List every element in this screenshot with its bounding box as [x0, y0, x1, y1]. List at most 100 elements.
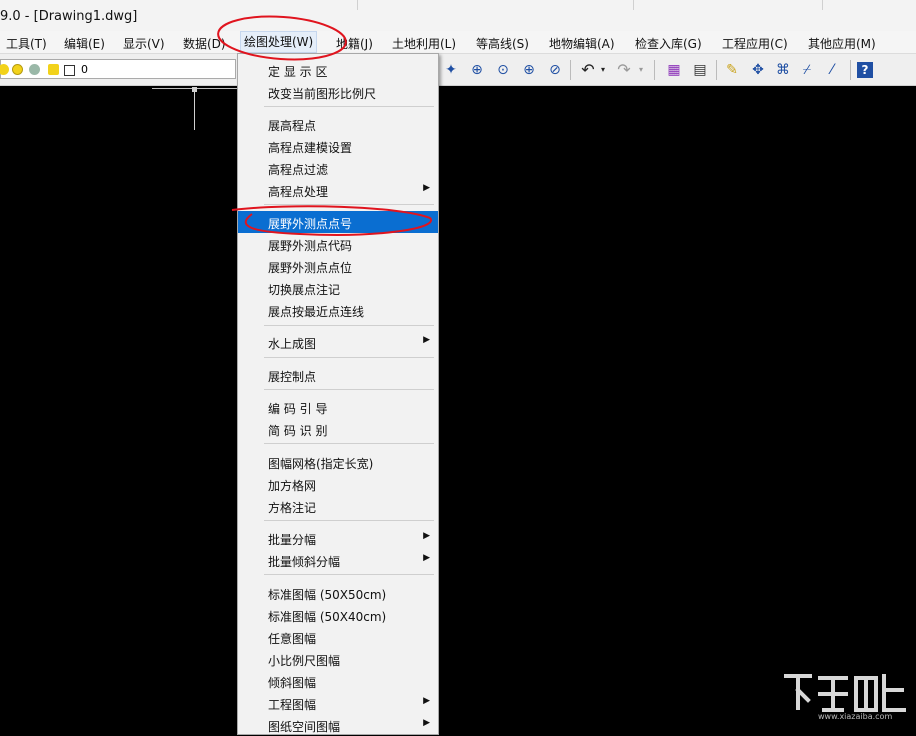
menu-item-arbitrary-sheet[interactable]: 任意图幅	[238, 626, 438, 648]
menu-item-show-elevation-points[interactable]: 展高程点	[238, 113, 438, 135]
menu-separator	[264, 325, 434, 326]
menu-item-label: 切换展点注记	[268, 283, 341, 297]
menu-item-label: 水上成图	[268, 337, 317, 351]
menu-item-show-field-point-numbers[interactable]: 展野外测点点号	[238, 211, 438, 233]
node-edit-icon[interactable]: ⌘	[773, 60, 793, 80]
menu-item-change-scale[interactable]: 改变当前图形比例尺	[238, 81, 438, 103]
menu-item-label: 展点按最近点连线	[268, 305, 365, 319]
titlebar-divider	[357, 0, 358, 10]
menu-item-grid-annotation[interactable]: 方格注记	[238, 495, 438, 517]
menu-view[interactable]: 显示(V)	[123, 35, 165, 52]
menu-item-small-scale-sheet[interactable]: 小比例尺图幅	[238, 648, 438, 670]
menu-separator	[264, 204, 434, 205]
menu-drawing-process[interactable]: 绘图处理(W)	[240, 31, 318, 53]
menu-item-elevation-model-settings[interactable]: 高程点建模设置	[238, 135, 438, 157]
menu-item-code-guide[interactable]: 编 码 引 导	[238, 396, 438, 418]
menu-item-show-control-points[interactable]: 展控制点	[238, 364, 438, 386]
submenu-arrow-icon: ▶	[423, 553, 430, 563]
menu-item-elevation-filter[interactable]: 高程点过滤	[238, 157, 438, 179]
layer-lock-icon[interactable]	[48, 64, 59, 75]
zoom-previous-icon[interactable]: ⊘	[545, 60, 565, 80]
zoom-extents-icon[interactable]: ✦	[441, 60, 461, 80]
menu-item-label: 展野外测点点位	[268, 261, 353, 275]
trim-icon[interactable]: ⌿	[797, 60, 817, 80]
menu-item-label: 展野外测点代码	[268, 239, 353, 253]
layer-manager-icon[interactable]: ▦	[664, 60, 684, 80]
menu-separator	[264, 357, 434, 358]
titlebar-divider	[633, 0, 634, 10]
layer-sun-icon[interactable]	[12, 64, 23, 75]
menu-feature-edit[interactable]: 地物编辑(A)	[549, 35, 615, 52]
layer-dropdown[interactable]: 0	[0, 59, 236, 79]
menu-item-label: 展高程点	[268, 119, 317, 133]
zoom-window-icon[interactable]: ⊙	[493, 60, 513, 80]
menu-item-label: 图纸空间图幅	[268, 720, 341, 734]
menu-item-standard-sheet-50x40[interactable]: 标准图幅 (50X40cm)	[238, 604, 438, 626]
menu-separator	[264, 574, 434, 575]
menu-item-label: 加方格网	[268, 479, 317, 493]
watermark-url: www.xiazaiba.com	[818, 712, 893, 721]
menu-cadastre[interactable]: 地籍(J)	[336, 35, 373, 52]
menu-item-sheet-grid[interactable]: 图幅网格(指定长宽)	[238, 451, 438, 473]
toolbar: 0 ✦ ⊕ ⊙ ⊕ ⊘ ↶ ▾ ↷ ▾ ▦ ▤ ✎ ✥ ⌘ ⌿ ⁄ ?	[0, 54, 916, 86]
submenu-arrow-icon: ▶	[423, 531, 430, 541]
zoom-realtime-icon[interactable]: ⊕	[467, 60, 487, 80]
menu-item-label: 图幅网格(指定长宽)	[268, 457, 374, 471]
menu-engineering[interactable]: 工程应用(C)	[722, 35, 788, 52]
menu-item-connect-nearest-points[interactable]: 展点按最近点连线	[238, 299, 438, 321]
menu-item-label: 任意图幅	[268, 632, 317, 646]
menu-item-set-display-area[interactable]: 定 显 示 区	[238, 59, 438, 81]
layer-on-icon[interactable]	[0, 64, 9, 75]
menu-separator	[264, 443, 434, 444]
menu-item-label: 简 码 识 别	[268, 424, 328, 438]
menu-item-label: 工程图幅	[268, 698, 317, 712]
menu-edit[interactable]: 编辑(E)	[64, 35, 105, 52]
menu-item-elevation-processing[interactable]: 高程点处理 ▶	[238, 179, 438, 201]
menu-item-show-field-point-positions[interactable]: 展野外测点点位	[238, 255, 438, 277]
menu-tools[interactable]: 工具(T)	[6, 35, 47, 52]
undo-dropdown-icon[interactable]: ▾	[598, 60, 608, 80]
redo-icon[interactable]: ↷	[614, 60, 634, 80]
drawing-process-menu: 定 显 示 区 改变当前图形比例尺 展高程点 高程点建模设置 高程点过滤 高程点…	[237, 53, 439, 735]
menu-other[interactable]: 其他应用(M)	[808, 35, 876, 52]
crosshair-pickbox	[192, 87, 197, 92]
menu-land-use[interactable]: 土地利用(L)	[392, 35, 456, 52]
submenu-arrow-icon: ▶	[423, 335, 430, 345]
menu-check-import[interactable]: 检查入库(G)	[635, 35, 702, 52]
menu-item-toggle-point-labels[interactable]: 切换展点注记	[238, 277, 438, 299]
submenu-arrow-icon: ▶	[423, 718, 430, 728]
menu-item-paper-space-sheet[interactable]: 图纸空间图幅 ▶	[238, 714, 438, 736]
move-icon[interactable]: ✥	[748, 60, 768, 80]
menu-item-label: 高程点过滤	[268, 163, 329, 177]
menu-item-show-field-point-codes[interactable]: 展野外测点代码	[238, 233, 438, 255]
submenu-arrow-icon: ▶	[423, 183, 430, 193]
menu-item-standard-sheet-50x50[interactable]: 标准图幅 (50X50cm)	[238, 582, 438, 604]
menu-item-add-grid[interactable]: 加方格网	[238, 473, 438, 495]
layer-color-swatch[interactable]	[64, 65, 75, 76]
zoom-in-icon[interactable]: ⊕	[519, 60, 539, 80]
menu-item-label: 标准图幅 (50X50cm)	[268, 588, 387, 602]
menu-item-batch-oblique-sheets[interactable]: 批量倾斜分幅 ▶	[238, 549, 438, 571]
title-bar: 9.0 - [Drawing1.dwg]	[0, 0, 916, 32]
menu-item-label: 定 显 示 区	[268, 65, 328, 79]
pencil-icon[interactable]: ✎	[722, 60, 742, 80]
menu-item-batch-sheets[interactable]: 批量分幅 ▶	[238, 527, 438, 549]
menu-item-engineering-sheet[interactable]: 工程图幅 ▶	[238, 692, 438, 714]
help-icon[interactable]: ?	[857, 62, 873, 78]
extend-icon[interactable]: ⁄	[822, 60, 842, 80]
menu-item-hydrographic-mapping[interactable]: 水上成图 ▶	[238, 331, 438, 353]
undo-icon[interactable]: ↶	[578, 60, 598, 80]
menu-item-label: 改变当前图形比例尺	[268, 87, 377, 101]
properties-icon[interactable]: ▤	[690, 60, 710, 80]
menu-item-oblique-sheet[interactable]: 倾斜图幅	[238, 670, 438, 692]
layer-freeze-icon[interactable]	[29, 64, 40, 75]
redo-dropdown-icon[interactable]: ▾	[636, 60, 646, 80]
drawing-canvas[interactable]	[0, 86, 916, 724]
toolbar-separator	[850, 60, 851, 80]
window-title: 9.0 - [Drawing1.dwg]	[0, 9, 138, 24]
menu-item-shortcode-recognition[interactable]: 简 码 识 别	[238, 418, 438, 440]
menu-contour[interactable]: 等高线(S)	[476, 35, 529, 52]
menu-data[interactable]: 数据(D)	[183, 35, 226, 52]
menu-item-label: 编 码 引 导	[268, 402, 328, 416]
layer-name: 0	[81, 63, 88, 76]
